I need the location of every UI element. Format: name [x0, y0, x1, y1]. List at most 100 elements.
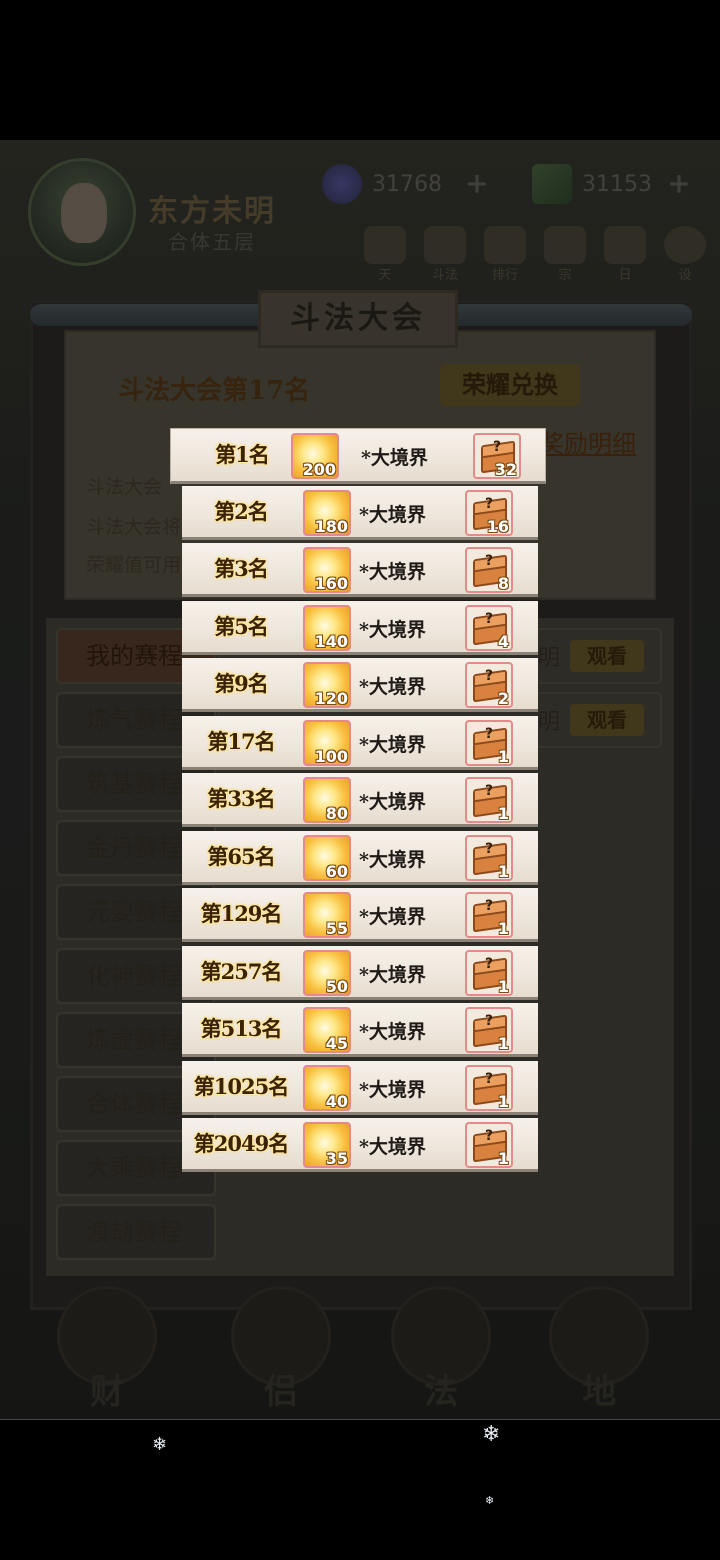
match-opponent: 明: [538, 646, 561, 671]
reward-multiplier-label: *大境界: [359, 1079, 426, 1101]
mystery-box-icon[interactable]: ? 1: [465, 892, 513, 938]
mystery-box-icon[interactable]: ? 4: [465, 605, 513, 651]
honor-points-icon[interactable]: 100: [303, 720, 351, 766]
watch-button[interactable]: 观看: [570, 704, 644, 736]
box-count: 1: [497, 804, 509, 823]
reward-row: 第129名 55 *大境界 ? 1: [182, 888, 538, 942]
player-name: 东方未明: [148, 194, 276, 229]
mystery-box-icon[interactable]: ? 1: [465, 950, 513, 996]
honor-points-icon[interactable]: 200: [291, 433, 339, 479]
top-icon-1[interactable]: 斗法: [420, 226, 470, 283]
currency-jade: 31153 +: [532, 164, 692, 204]
reward-multiplier-label: *大境界: [359, 561, 426, 583]
snowflake-icon: ❄: [482, 1422, 501, 1447]
reward-detail-link[interactable]: 奖励明细: [540, 424, 636, 459]
reward-row: 第513名 45 *大境界 ? 1: [182, 1003, 538, 1057]
reward-multiplier-label: *大境界: [359, 1136, 426, 1158]
player-realm: 合体五层: [168, 230, 256, 254]
panel-title: 斗法大会: [290, 301, 426, 336]
reward-rank: 第2049名: [193, 1131, 289, 1156]
box-count: 16: [486, 517, 509, 536]
reward-row: 第5名 140 *大境界 ? 4: [182, 601, 538, 655]
top-icon-label: 天: [378, 268, 392, 283]
reward-row: 第1名 200 *大境界 ? 32: [170, 428, 546, 484]
reward-row: 第2049名 35 *大境界 ? 1: [182, 1118, 538, 1172]
honor-points-icon[interactable]: 120: [303, 662, 351, 708]
honor-points-icon[interactable]: 60: [303, 835, 351, 881]
tab-dujie[interactable]: 渡劫赛程: [56, 1204, 216, 1260]
reward-rank: 第513名: [200, 1016, 283, 1041]
top-icon-label: 排行: [491, 268, 518, 283]
top-icon-label: 斗法: [431, 268, 458, 283]
reward-row: 第17名 100 *大境界 ? 1: [182, 716, 538, 770]
mystery-box-icon[interactable]: ? 1: [465, 1007, 513, 1053]
add-spirit-stone-button[interactable]: +: [464, 170, 490, 198]
mystery-box-icon[interactable]: ? 32: [473, 433, 521, 479]
mystery-box-icon[interactable]: ? 8: [465, 547, 513, 593]
reward-rank: 第33名: [207, 786, 275, 811]
nav-label: 法: [424, 1372, 458, 1412]
mystery-box-icon[interactable]: ? 1: [465, 720, 513, 766]
nav-label: 财: [90, 1372, 124, 1412]
nav-label: 地: [582, 1372, 616, 1412]
top-icon-3[interactable]: 宗: [540, 226, 590, 283]
info-line-3: 荣耀值可用: [86, 554, 182, 576]
honor-points-icon[interactable]: 35: [303, 1122, 351, 1168]
info-line-2: 斗法大会将: [86, 516, 182, 538]
nav-method[interactable]: 法: [386, 1286, 496, 1412]
reward-multiplier-label: *大境界: [359, 964, 426, 986]
bottom-divider: [0, 1419, 720, 1420]
honor-points-value: 140: [314, 632, 348, 651]
nav-land[interactable]: 地: [544, 1286, 654, 1412]
reward-rank: 第9名: [214, 671, 269, 696]
box-count: 1: [497, 862, 509, 881]
reward-row: 第257名 50 *大境界 ? 1: [182, 946, 538, 1000]
reward-multiplier-label: *大境界: [359, 849, 426, 871]
reward-row: 第9名 120 *大境界 ? 2: [182, 658, 538, 712]
honor-points-icon[interactable]: 45: [303, 1007, 351, 1053]
honor-points-icon[interactable]: 40: [303, 1065, 351, 1111]
reward-row: 第33名 80 *大境界 ? 1: [182, 773, 538, 827]
top-icon-bar: 天 斗法 排行 宗 日 设: [360, 226, 710, 283]
top-icon-4[interactable]: 日: [600, 226, 650, 283]
box-count: 1: [497, 1034, 509, 1053]
honor-points-value: 160: [314, 574, 348, 593]
snowflake-icon: ❄: [485, 1494, 495, 1507]
player-avatar[interactable]: [28, 158, 136, 266]
nav-wealth[interactable]: 财: [52, 1286, 162, 1412]
honor-points-icon[interactable]: 55: [303, 892, 351, 938]
mystery-box-icon[interactable]: ? 1: [465, 1122, 513, 1168]
box-count: 2: [497, 689, 509, 708]
honor-exchange-button[interactable]: 荣耀兑换: [440, 364, 580, 406]
reward-row: 第1025名 40 *大境界 ? 1: [182, 1061, 538, 1115]
honor-points-icon[interactable]: 80: [303, 777, 351, 823]
top-icon-5[interactable]: 设: [660, 226, 710, 283]
reward-multiplier-label: *大境界: [359, 504, 426, 526]
reward-row: 第2名 180 *大境界 ? 16: [182, 486, 538, 540]
reward-multiplier-label: *大境界: [359, 676, 426, 698]
add-jade-button[interactable]: +: [666, 170, 692, 198]
honor-points-icon[interactable]: 50: [303, 950, 351, 996]
bottom-nav: 财 侣 法 地: [0, 1280, 720, 1420]
honor-points-value: 80: [325, 804, 348, 823]
reward-rank: 第129名: [200, 901, 283, 926]
mystery-box-icon[interactable]: ? 1: [465, 1065, 513, 1111]
reward-rank: 第1025名: [193, 1074, 289, 1099]
watch-button[interactable]: 观看: [570, 640, 644, 672]
mystery-box-icon[interactable]: ? 1: [465, 777, 513, 823]
honor-points-value: 40: [325, 1092, 348, 1111]
honor-points-icon[interactable]: 160: [303, 547, 351, 593]
nav-companion[interactable]: 侣: [226, 1286, 336, 1412]
reward-multiplier-label: *大境界: [359, 619, 426, 641]
reward-row: 第3名 160 *大境界 ? 8: [182, 543, 538, 597]
top-icon-2[interactable]: 排行: [480, 226, 530, 283]
honor-points-icon[interactable]: 140: [303, 605, 351, 651]
mystery-box-icon[interactable]: ? 16: [465, 490, 513, 536]
box-count: 1: [497, 747, 509, 766]
honor-points-value: 60: [325, 862, 348, 881]
top-icon-0[interactable]: 天: [360, 226, 410, 283]
mystery-box-icon[interactable]: ? 1: [465, 835, 513, 881]
mystery-box-icon[interactable]: ? 2: [465, 662, 513, 708]
honor-points-icon[interactable]: 180: [303, 490, 351, 536]
box-count: 1: [497, 1092, 509, 1111]
